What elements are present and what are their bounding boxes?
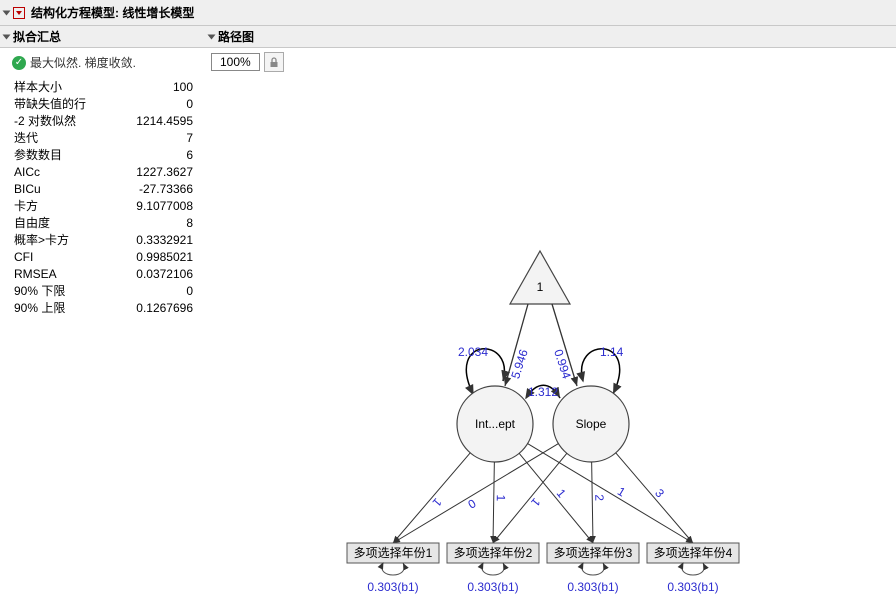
fit-row: 卡方9.1077008 [12, 198, 195, 215]
residual-label: 0.303(b1) [367, 580, 418, 594]
path-constant-intercept-label: 5.946 [508, 347, 531, 380]
fit-row-value: 0 [114, 96, 195, 113]
residual-arc [682, 563, 704, 575]
residual-label: 0.303(b1) [467, 580, 518, 594]
disclosure-icon[interactable] [208, 34, 216, 39]
fit-row-label: RMSEA [12, 266, 114, 283]
intercept-node[interactable]: Int...ept [457, 386, 533, 462]
fit-row: 样本大小100 [12, 79, 195, 96]
status-text: 最大似然. 梯度收敛. [30, 54, 136, 71]
constant-label: 1 [537, 280, 544, 294]
residual-arc [382, 563, 404, 575]
fit-summary-title: 拟合汇总 [13, 28, 61, 45]
fit-row: 参数数目6 [12, 147, 195, 164]
fit-row-label: BICu [12, 181, 114, 198]
disclosure-icon[interactable] [3, 34, 11, 39]
fit-row-value: 7 [114, 130, 195, 147]
loading-slope-label: 2 [592, 494, 606, 501]
var-intercept-label: 2.034 [458, 345, 488, 359]
fit-row-label: 概率>卡方 [12, 232, 114, 249]
slope-node[interactable]: Slope [553, 386, 629, 462]
fit-row: -2 对数似然1214.4595 [12, 113, 195, 130]
fit-row-label: 90% 下限 [12, 283, 114, 300]
covariance-label: 1.312 [528, 385, 558, 399]
disclosure-icon[interactable] [3, 10, 11, 15]
fit-row-label: 自由度 [12, 215, 114, 232]
slope-label: Slope [576, 417, 607, 431]
indicator-label: 多项选择年份4 [654, 546, 733, 560]
indicator-label: 多项选择年份3 [554, 546, 633, 560]
fit-row-value: 8 [114, 215, 195, 232]
indicator-label: 多项选择年份1 [354, 546, 433, 560]
fit-row: RMSEA0.0372106 [12, 266, 195, 283]
fit-row-value: 0 [114, 283, 195, 300]
lock-button[interactable] [264, 52, 284, 72]
zoom-level[interactable]: 100% [211, 53, 260, 71]
residual-arc [582, 563, 604, 575]
fit-summary-header: 拟合汇总 [0, 26, 205, 48]
var-slope-label: 1.14 [600, 345, 624, 359]
fit-row: AICc1227.3627 [12, 164, 195, 181]
fit-row: 带缺失值的行0 [12, 96, 195, 113]
residual-label: 0.303(b1) [667, 580, 718, 594]
path-diagram-header: 路径图 [205, 26, 896, 48]
fit-row-value: 6 [114, 147, 195, 164]
fit-row: 迭代7 [12, 130, 195, 147]
check-icon: ✓ [12, 56, 26, 70]
fit-row-value: 100 [114, 79, 195, 96]
fit-row-label: AICc [12, 164, 114, 181]
fit-row: 概率>卡方0.3332921 [12, 232, 195, 249]
fit-row-value: 1214.4595 [114, 113, 195, 130]
indicator-label: 多项选择年份2 [454, 546, 533, 560]
fit-row-value: 0.1267696 [114, 300, 195, 317]
path-diagram-title: 路径图 [218, 28, 254, 45]
fit-row-value: 1227.3627 [114, 164, 195, 181]
residual-label: 0.303(b1) [567, 580, 618, 594]
fit-summary-table: 样本大小100带缺失值的行0-2 对数似然1214.4595迭代7参数数目6AI… [12, 79, 195, 317]
intercept-label: Int...ept [475, 417, 516, 431]
path-constant-slope-label: 0.994 [551, 348, 574, 381]
fit-row-value: -27.73366 [114, 181, 195, 198]
fit-row-label: 带缺失值的行 [12, 96, 114, 113]
fit-row: 90% 下限0 [12, 283, 195, 300]
loading-intercept-path [493, 462, 494, 543]
constant-node[interactable]: 1 [510, 251, 570, 304]
fit-row: 90% 上限0.1267696 [12, 300, 195, 317]
fit-row: CFI0.9985021 [12, 249, 195, 266]
diagram-toolbar: 100% [205, 48, 896, 76]
fit-row: BICu-27.73366 [12, 181, 195, 198]
sem-path-diagram[interactable]: 1 5.946 0.994 2.034 1.14 1.312 Int [205, 76, 895, 597]
loading-slope-path [592, 462, 593, 543]
fit-row-value: 0.3332921 [114, 232, 195, 249]
fit-row-label: 迭代 [12, 130, 114, 147]
fit-row-value: 0.9985021 [114, 249, 195, 266]
fit-row-value: 0.0372106 [114, 266, 195, 283]
fit-row-value: 9.1077008 [114, 198, 195, 215]
convergence-status: ✓ 最大似然. 梯度收敛. [12, 54, 195, 71]
fit-row-label: 参数数目 [12, 147, 114, 164]
report-title: 结构化方程模型: 线性增长模型 [27, 2, 198, 23]
fit-row-label: 样本大小 [12, 79, 114, 96]
report-menu-icon[interactable] [13, 7, 25, 19]
loading-intercept-label: 1 [494, 494, 508, 501]
fit-row-label: -2 对数似然 [12, 113, 114, 130]
residual-arc [482, 563, 504, 575]
fit-row: 自由度8 [12, 215, 195, 232]
fit-row-label: 90% 上限 [12, 300, 114, 317]
fit-row-label: 卡方 [12, 198, 114, 215]
fit-row-label: CFI [12, 249, 114, 266]
report-title-bar: 结构化方程模型: 线性增长模型 [0, 0, 896, 26]
lock-icon [269, 57, 279, 68]
